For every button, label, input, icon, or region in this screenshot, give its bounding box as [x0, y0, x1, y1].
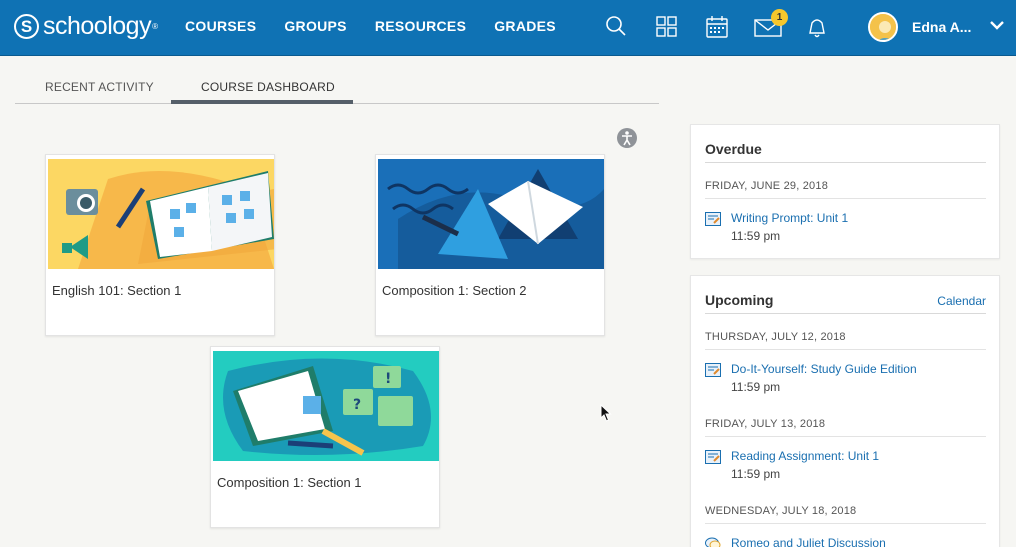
message-count-badge: 1: [771, 9, 788, 26]
calendar-link[interactable]: Calendar: [937, 294, 986, 308]
course-image: ! ?: [213, 351, 439, 461]
logo-text: schoology: [43, 12, 152, 40]
event-link[interactable]: Romeo and Juliet Discussion: [731, 536, 886, 547]
calendar-icon[interactable]: [704, 14, 730, 40]
svg-text:!: !: [385, 371, 391, 387]
course-card-english-101-section-1[interactable]: English 101: Section 1: [45, 154, 275, 336]
assignment-icon: [705, 212, 721, 226]
tab-recent-activity[interactable]: RECENT ACTIVITY: [45, 80, 154, 94]
overdue-date: FRIDAY, JUNE 29, 2018: [705, 180, 986, 199]
event-time: 11:59 pm: [731, 467, 781, 481]
overdue-panel: Overdue FRIDAY, JUNE 29, 2018 Writing Pr…: [690, 124, 1000, 259]
overdue-title: Overdue: [705, 141, 762, 157]
event-link[interactable]: Writing Prompt: Unit 1: [731, 211, 848, 225]
upcoming-date: THURSDAY, JULY 12, 2018: [705, 331, 986, 350]
dashboard-tabs: RECENT ACTIVITY COURSE DASHBOARD: [15, 76, 659, 104]
nav-grades[interactable]: GRADES: [494, 18, 556, 34]
upcoming-date: FRIDAY, JULY 13, 2018: [705, 418, 986, 437]
tab-course-dashboard[interactable]: COURSE DASHBOARD: [201, 80, 335, 94]
user-name: Edna A...: [912, 19, 972, 35]
apps-grid-icon[interactable]: [654, 14, 680, 40]
event-time: 11:59 pm: [731, 229, 781, 243]
nav-groups[interactable]: GROUPS: [284, 18, 346, 34]
event-link[interactable]: Do-It-Yourself: Study Guide Edition: [731, 362, 917, 376]
upcoming-panel: Upcoming Calendar THURSDAY, JULY 12, 201…: [690, 275, 1000, 547]
overdue-header: Overdue: [705, 141, 986, 163]
accessibility-icon[interactable]: [617, 128, 637, 148]
user-menu[interactable]: Edna A...: [868, 12, 1005, 42]
course-image: [48, 159, 274, 269]
course-title: English 101: Section 1: [52, 283, 182, 298]
logo-mark: S: [14, 14, 39, 39]
search-icon[interactable]: [604, 14, 630, 40]
upcoming-title: Upcoming: [705, 292, 774, 308]
assignment-icon: [705, 450, 721, 464]
active-tab-indicator: [171, 100, 353, 104]
course-title: Composition 1: Section 2: [382, 283, 527, 298]
main-nav: COURSES GROUPS RESOURCES GRADES: [185, 18, 584, 34]
course-card-composition-1-section-2[interactable]: Composition 1: Section 2: [375, 154, 605, 336]
svg-text:?: ?: [353, 397, 361, 413]
avatar: [868, 12, 898, 42]
assignment-icon: [705, 363, 721, 377]
schoology-logo[interactable]: S schoology ®: [14, 12, 158, 41]
course-title: Composition 1: Section 1: [217, 475, 362, 490]
mouse-pointer-icon: [600, 403, 612, 427]
nav-courses[interactable]: COURSES: [185, 18, 256, 34]
envelope-icon[interactable]: 1: [754, 9, 788, 40]
event-time: 11:59 pm: [731, 380, 781, 394]
chevron-down-icon[interactable]: [989, 18, 1005, 36]
nav-icons: 1: [604, 9, 854, 40]
event-link[interactable]: Reading Assignment: Unit 1: [731, 449, 879, 463]
course-image: [378, 159, 604, 269]
upcoming-date: WEDNESDAY, JULY 18, 2018: [705, 505, 986, 524]
nav-resources[interactable]: RESOURCES: [375, 18, 466, 34]
course-card-composition-1-section-1[interactable]: ! ? Composition 1: Section 1: [210, 346, 440, 528]
upcoming-header: Upcoming Calendar: [705, 292, 986, 314]
discussion-icon: [705, 537, 721, 547]
top-navigation-bar: S schoology ® COURSES GROUPS RESOURCES GR…: [0, 0, 1016, 56]
logo-trademark: ®: [152, 22, 158, 31]
bell-icon[interactable]: [804, 14, 830, 40]
